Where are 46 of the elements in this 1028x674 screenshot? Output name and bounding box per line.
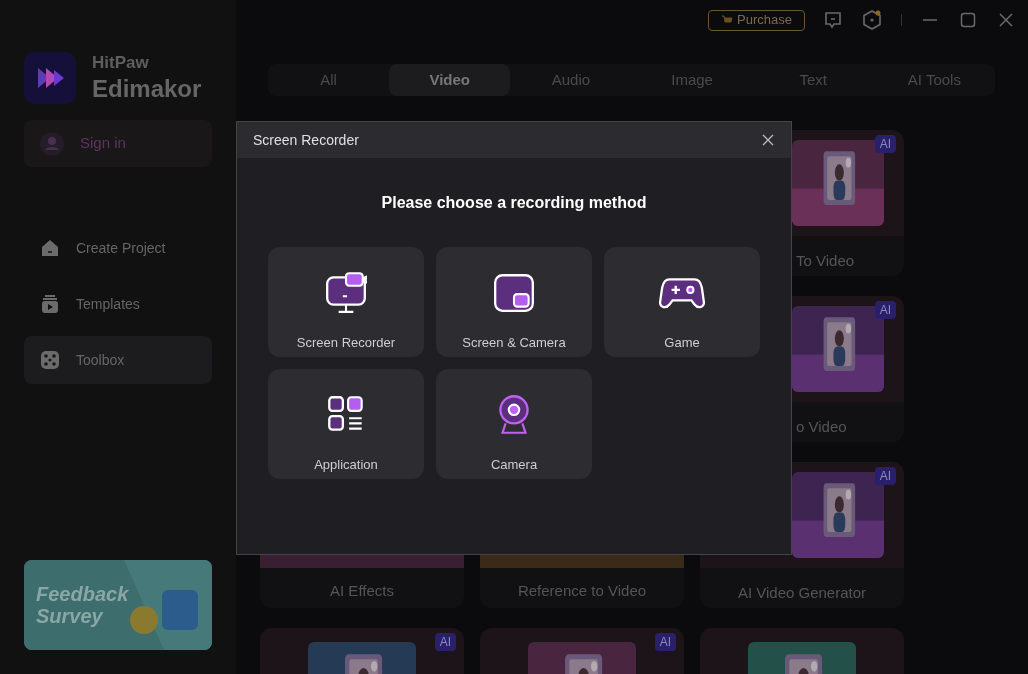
dice-icon [40, 350, 60, 370]
tool-label: o Video [795, 417, 848, 437]
brand-name: HitPaw [92, 52, 150, 74]
user-avatar-icon [40, 131, 64, 156]
product-name: Edimakor [92, 73, 202, 104]
tool-card[interactable]: Reference to Video [480, 554, 684, 608]
category-tab[interactable]: AI Tools [873, 64, 995, 96]
recording-option[interactable]: Screen Recorder [268, 247, 424, 357]
dialog-heading: Please choose a recording method [380, 193, 648, 213]
nav-item[interactable]: Templates [24, 280, 212, 328]
category-tab[interactable]: Audio [510, 64, 632, 96]
category-tab[interactable]: Image [631, 64, 753, 96]
recording-option[interactable]: Camera [436, 369, 592, 479]
tool-card[interactable]: AI [260, 628, 464, 674]
recording-option[interactable]: Game [604, 247, 760, 357]
video-stack-icon [40, 294, 60, 314]
nav-item[interactable]: Create Project [24, 224, 212, 272]
nav-item[interactable]: Toolbox [24, 336, 212, 384]
category-tab[interactable]: Text [752, 64, 874, 96]
tool-label: AI Effects [329, 581, 395, 601]
ai-badge: AI [874, 301, 896, 319]
banner-text: Feedback Survey [36, 583, 130, 627]
dialog-title: Screen Recorder [253, 130, 359, 150]
home-icon [40, 238, 60, 258]
ai-badge: AI [874, 467, 896, 485]
ai-badge: AI [434, 633, 456, 651]
logo-icon [24, 52, 76, 104]
category-tab[interactable]: Video [389, 64, 511, 96]
tool-label: AI Video Generator [736, 583, 868, 603]
maximize-icon[interactable] [958, 10, 978, 30]
close-icon[interactable] [761, 133, 775, 147]
tool-label: Reference to Video [516, 581, 648, 601]
tool-label: To Video [795, 251, 856, 271]
cart-icon [721, 14, 734, 26]
ai-badge: AI [654, 633, 676, 651]
chat-icon[interactable] [823, 10, 843, 30]
tool-card[interactable]: AI [480, 628, 684, 674]
tool-card[interactable]: AI Effects [260, 554, 464, 608]
recording-option[interactable]: Screen & Camera [436, 247, 592, 357]
settings-icon[interactable] [861, 9, 883, 31]
feedback-banner[interactable]: Feedback Survey [24, 560, 212, 650]
monitor-camera-icon [323, 269, 369, 315]
recording-option[interactable]: Application [268, 369, 424, 479]
category-tab[interactable]: All [268, 64, 390, 96]
ai-badge: AI [874, 135, 896, 153]
purchase-button[interactable]: Purchase [708, 9, 805, 31]
